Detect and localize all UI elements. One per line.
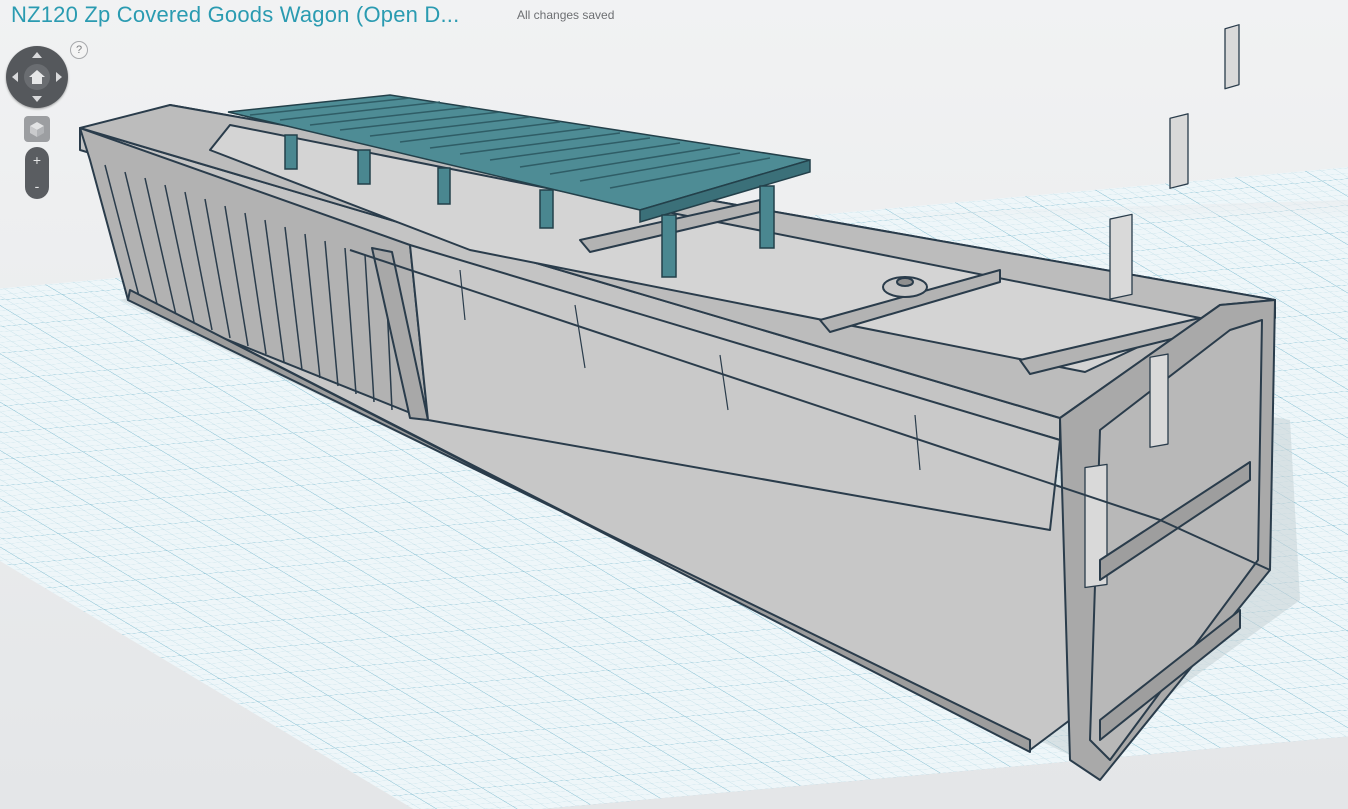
view-cube-button[interactable] xyxy=(24,116,50,142)
view-navigation-wheel[interactable] xyxy=(6,46,68,108)
zoom-in-button[interactable]: + xyxy=(25,147,49,173)
arrow-down-icon[interactable] xyxy=(32,96,42,102)
3d-scene[interactable] xyxy=(0,0,1348,809)
save-status: All changes saved xyxy=(517,8,615,22)
arrow-up-icon[interactable] xyxy=(32,52,42,58)
arrow-left-icon[interactable] xyxy=(12,72,18,82)
design-title[interactable]: NZ120 Zp Covered Goods Wagon (Open D... xyxy=(11,2,459,28)
help-button[interactable]: ? xyxy=(70,41,88,59)
3d-viewport[interactable]: NZ120 Zp Covered Goods Wagon (Open D... … xyxy=(0,0,1348,809)
zoom-out-button[interactable]: - xyxy=(25,173,49,199)
home-icon[interactable] xyxy=(28,68,46,86)
arrow-right-icon[interactable] xyxy=(56,72,62,82)
zoom-control: + - xyxy=(25,147,49,199)
view-cube-icon xyxy=(30,122,44,137)
